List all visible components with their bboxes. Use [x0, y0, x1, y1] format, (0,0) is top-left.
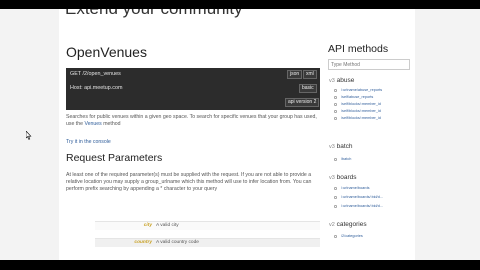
method-icon [334, 205, 337, 208]
method-title: OpenVenues [66, 44, 147, 60]
method-icon [334, 96, 337, 99]
method-group-abuse[interactable]: v3 abuse [329, 77, 354, 84]
format-json-button[interactable]: json [287, 70, 303, 79]
section-heading-cut: Extend your community [65, 9, 243, 19]
method-link[interactable]: /:urlname/boards/:bid/d... [341, 204, 411, 208]
method-link[interactable]: /self/blocks/:member_id [341, 109, 411, 113]
group-version: v3 [329, 175, 335, 181]
request-params-heading: Request Parameters [66, 152, 163, 164]
param-desc: A valid city [156, 223, 179, 228]
param-desc: A valid country code [156, 240, 199, 245]
table-row: city A valid city [95, 221, 320, 230]
group-name: abuse [336, 77, 355, 84]
method-link[interactable]: /2/categories [341, 234, 411, 238]
method-link[interactable]: /self/blocks/:member_id [341, 102, 411, 106]
api-version-badge: api version 2 [285, 98, 320, 107]
params-intro: At least one of the required parameter(s… [66, 172, 312, 193]
main-content: Extend your community OpenVenues GET /2/… [59, 9, 321, 260]
method-icon [334, 89, 337, 92]
method-icon [334, 196, 337, 199]
request-code-box: GET /2/open_venues Host: api.meetup.com … [66, 68, 320, 110]
group-version: v3 [329, 78, 335, 84]
host-line: Host: api.meetup.com [70, 85, 123, 91]
sidebar-title: API methods [328, 43, 389, 55]
method-search-input[interactable] [328, 59, 410, 70]
method-icon [334, 235, 337, 238]
method-icon [334, 117, 337, 120]
right-gutter [415, 9, 480, 260]
param-name: country [134, 240, 152, 245]
method-link[interactable]: /:urlname/boards [341, 186, 411, 190]
method-icon [334, 158, 337, 161]
table-row: country A valid country code [95, 238, 320, 247]
group-name: boards [336, 174, 357, 181]
param-name: city [143, 223, 152, 228]
method-group-boards[interactable]: v3 boards [329, 174, 357, 181]
browser-viewport: Extend your community OpenVenues GET /2/… [0, 9, 480, 260]
group-version: v3 [329, 144, 335, 150]
params-table: city A valid city country A valid countr… [95, 221, 320, 247]
method-icon [334, 110, 337, 113]
method-link[interactable]: /self/blocks/:member_id [341, 116, 411, 120]
group-name: batch [336, 143, 353, 150]
method-description: Searches for public venues within a give… [66, 114, 321, 128]
try-console-link[interactable]: Try it in the console [66, 139, 321, 146]
format-xml-button[interactable]: xml [303, 70, 317, 79]
method-link[interactable]: /batch [341, 157, 411, 161]
method-link[interactable]: /:urlname/boards/:bid/d... [341, 195, 411, 199]
method-group-batch[interactable]: v3 batch [329, 143, 353, 150]
method-group-categories[interactable]: v2 categories [329, 221, 367, 228]
method-icon [334, 103, 337, 106]
description-text-end: method [101, 121, 121, 128]
venues-link[interactable]: Venues [84, 121, 101, 127]
method-icon [334, 187, 337, 190]
group-version: v2 [329, 222, 335, 228]
method-link[interactable]: /:urlname/abuse_reports [341, 88, 411, 92]
group-name: categories [336, 221, 367, 228]
auth-badge: basic [299, 84, 317, 93]
method-link[interactable]: /self/abuse_reports [341, 95, 411, 99]
api-methods-sidebar: API methods v3 abuse /:urlname/abuse_rep… [321, 9, 415, 260]
request-line: GET /2/open_venues [70, 71, 121, 77]
